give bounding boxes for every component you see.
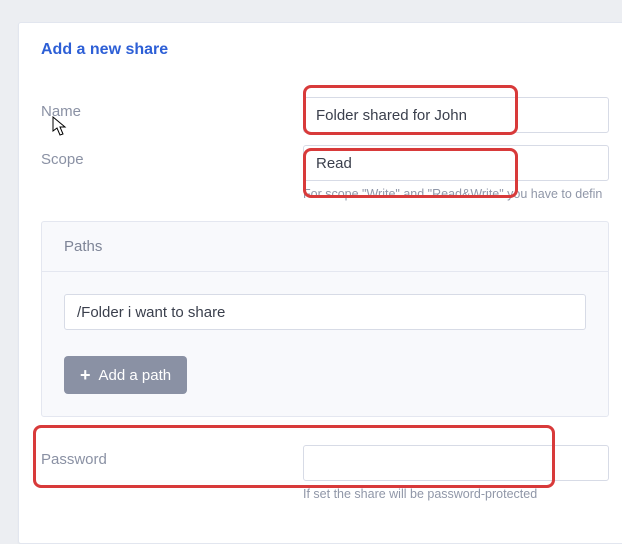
add-path-button[interactable]: + Add a path bbox=[64, 356, 187, 394]
paths-panel: Paths + Add a path bbox=[41, 221, 609, 417]
scope-value: Read bbox=[316, 155, 352, 172]
name-input[interactable] bbox=[303, 97, 609, 133]
scope-select[interactable]: Read bbox=[303, 145, 609, 181]
paths-title: Paths bbox=[42, 222, 608, 272]
share-form-card: Add a new share Name Scope Read For scop… bbox=[18, 22, 622, 544]
password-label: Password bbox=[41, 445, 303, 468]
scope-label: Scope bbox=[41, 145, 303, 168]
form-body: Name Scope Read For scope "Write" and "R… bbox=[19, 77, 622, 543]
add-path-label: Add a path bbox=[99, 367, 172, 384]
form-title: Add a new share bbox=[19, 23, 622, 77]
plus-icon: + bbox=[80, 366, 91, 384]
name-label: Name bbox=[41, 97, 303, 120]
path-input[interactable] bbox=[64, 294, 586, 330]
row-name: Name bbox=[41, 97, 609, 133]
row-password: Password If set the share will be passwo… bbox=[41, 445, 609, 501]
row-scope: Scope Read For scope "Write" and "Read&W… bbox=[41, 145, 609, 201]
password-hint: If set the share will be password-protec… bbox=[303, 487, 609, 501]
scope-hint: For scope "Write" and "Read&Write" you h… bbox=[303, 187, 609, 201]
password-input[interactable] bbox=[303, 445, 609, 481]
